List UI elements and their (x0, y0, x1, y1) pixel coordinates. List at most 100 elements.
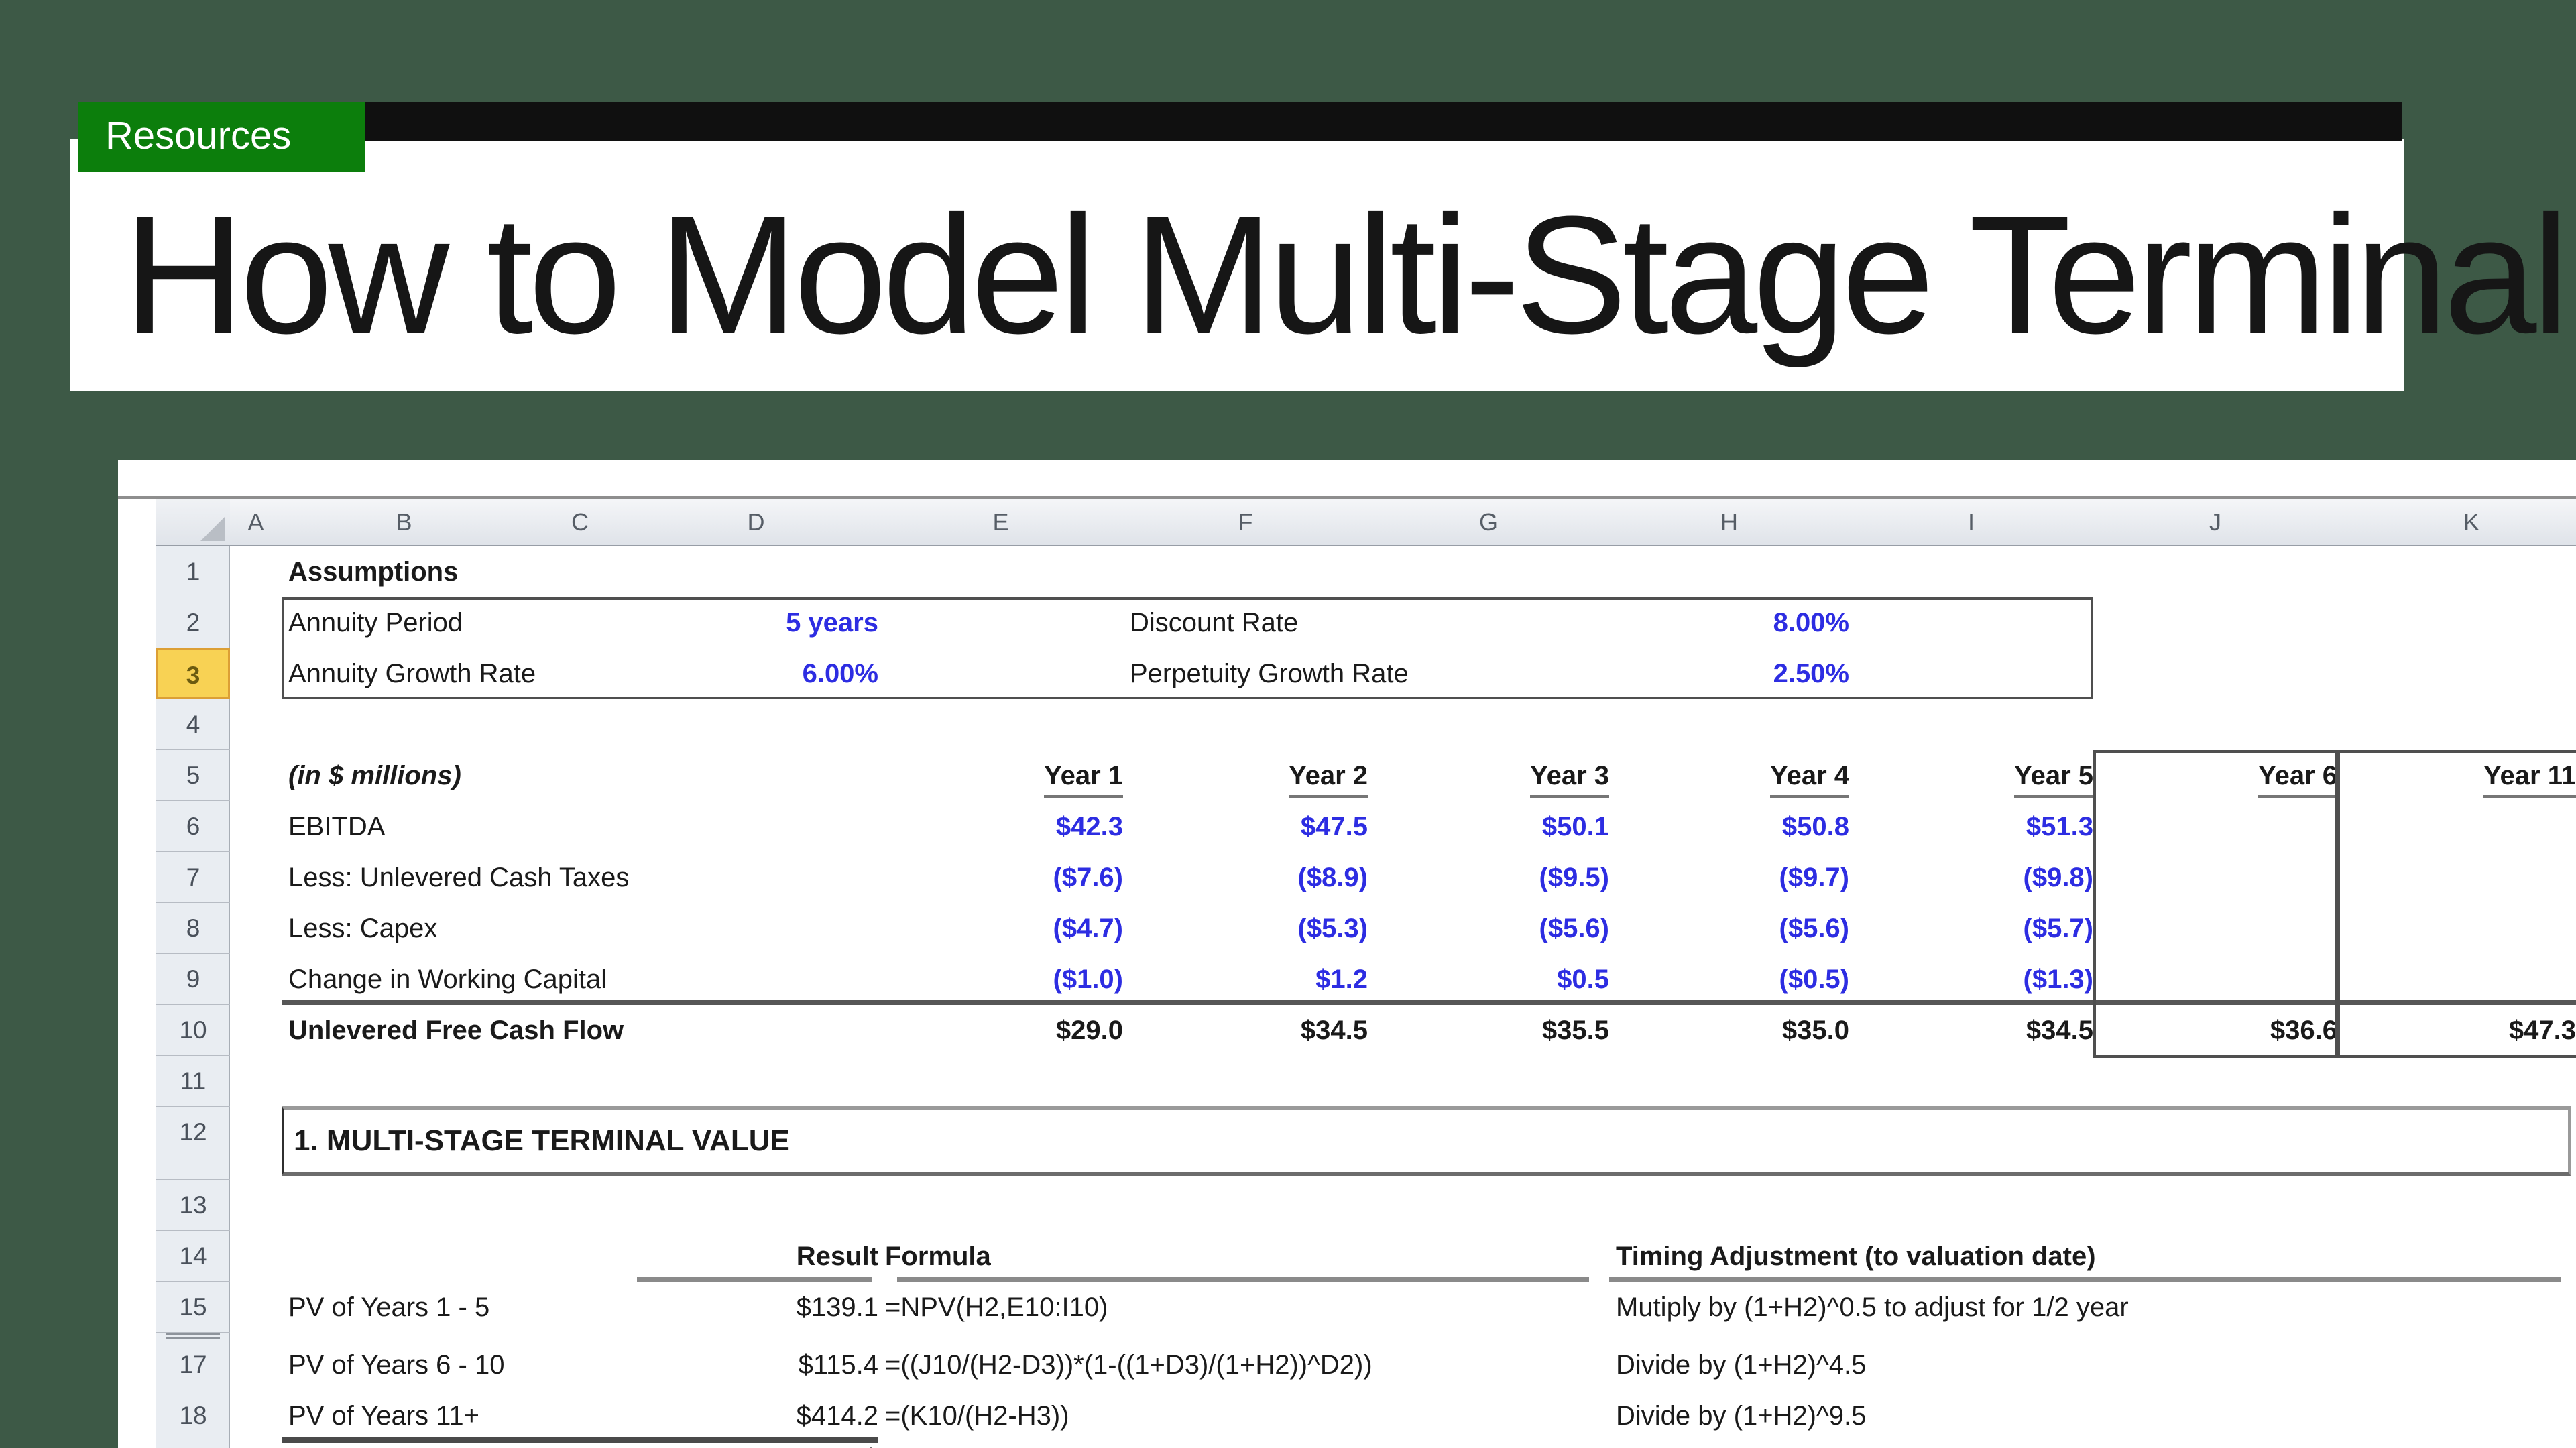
cell-I9[interactable]: ($1.3) (1849, 954, 2116, 1005)
cell-B1-assumptions[interactable]: Assumptions (282, 546, 533, 597)
cell-E7[interactable]: ($7.6) (878, 852, 1146, 903)
cell-B2-annuity-period-label[interactable]: Annuity Period (282, 597, 533, 648)
column-header-H[interactable]: H (1609, 499, 1850, 546)
column-header-A[interactable]: A (230, 499, 282, 546)
cell-B17-pv-6-10-label[interactable]: PV of Years 6 - 10 (282, 1339, 533, 1390)
cell-H18-pv-11-timing[interactable]: Divide by (1+H2)^9.5 (1609, 1390, 1856, 1441)
cell-H5-year4[interactable]: Year 4 (1609, 750, 1859, 801)
row-header-3-selected[interactable]: 3 (156, 648, 230, 699)
cell-E5-year1[interactable]: Year 1 (878, 750, 1132, 801)
row-header-17[interactable]: 17 (156, 1339, 230, 1390)
cell-B18-pv-11-label[interactable]: PV of Years 11+ (282, 1390, 533, 1441)
cell-G10[interactable]: $35.5 (1368, 1005, 1632, 1056)
cell-F8[interactable]: ($5.3) (1123, 903, 1391, 954)
row-header-5[interactable]: 5 (156, 750, 230, 801)
cell-G8[interactable]: ($5.6) (1368, 903, 1632, 954)
cell-H17-pv-6-10-timing[interactable]: Divide by (1+H2)^4.5 (1609, 1339, 1856, 1390)
cell-H15-pv-1-5-timing[interactable]: Mutiply by (1+H2)^0.5 to adjust for 1/2 … (1609, 1282, 1856, 1333)
row-header-7[interactable]: 7 (156, 852, 230, 903)
cell-E10[interactable]: $29.0 (878, 1005, 1146, 1056)
year4-label: Year 4 (1770, 756, 1849, 798)
cell-D15-pv-1-5-result[interactable]: $139.1 (634, 1282, 901, 1333)
row-header-14[interactable]: 14 (156, 1231, 230, 1282)
column-header-D[interactable]: D (634, 499, 879, 546)
row-header-6[interactable]: 6 (156, 801, 230, 852)
cell-B15-pv-1-5-label[interactable]: PV of Years 1 - 5 (282, 1282, 533, 1333)
cell-F7[interactable]: ($8.9) (1123, 852, 1391, 903)
cell-B9-wc-label[interactable]: Change in Working Capital (282, 954, 533, 1005)
cell-H6[interactable]: $50.8 (1609, 801, 1872, 852)
column-header-F[interactable]: F (1123, 499, 1368, 546)
cell-D17-pv-6-10-result[interactable]: $115.4 (634, 1339, 901, 1390)
cell-E14-formula-header[interactable]: Formula (878, 1231, 1130, 1282)
row-header-11[interactable]: 11 (156, 1056, 230, 1107)
cell-D2-annuity-period-value[interactable]: 5 years (634, 597, 902, 648)
cell-J5-year6[interactable]: Year 6 (2093, 750, 2347, 801)
cell-F9[interactable]: $1.2 (1123, 954, 1391, 1005)
cell-B3-annuity-growth-label[interactable]: Annuity Growth Rate (282, 648, 533, 699)
cell-F5-year2[interactable]: Year 2 (1123, 750, 1377, 801)
cell-I7[interactable]: ($9.8) (1849, 852, 2116, 903)
cell-I5-year5[interactable]: Year 5 (1849, 750, 2103, 801)
cell-D14-result-header[interactable]: Result (634, 1231, 901, 1282)
cell-G9[interactable]: $0.5 (1368, 954, 1632, 1005)
column-header-K[interactable]: K (2337, 499, 2576, 546)
row-header-2[interactable]: 2 (156, 597, 230, 648)
cell-B6-ebitda-label[interactable]: EBITDA (282, 801, 533, 852)
cell-J10-year6-ufcf[interactable]: $36.6 (2093, 1005, 2360, 1056)
cell-D18-pv-11-result[interactable]: $414.2 (634, 1390, 901, 1441)
cell-H9[interactable]: ($0.5) (1609, 954, 1872, 1005)
cell-I10[interactable]: $34.5 (1849, 1005, 2116, 1056)
cell-G7[interactable]: ($9.5) (1368, 852, 1632, 903)
cell-I8[interactable]: ($5.7) (1849, 903, 2116, 954)
cell-G5-year3[interactable]: Year 3 (1368, 750, 1619, 801)
cell-B5-units[interactable]: (in $ millions) (282, 750, 533, 801)
row-header-9[interactable]: 9 (156, 954, 230, 1005)
cell-G6[interactable]: $50.1 (1368, 801, 1632, 852)
resources-badge[interactable]: Resources (78, 102, 365, 172)
cell-H14-timing-header[interactable]: Timing Adjustment (to valuation date) (1609, 1231, 1856, 1282)
hidden-row-16-mark (166, 1333, 220, 1335)
column-header-C[interactable]: C (526, 499, 634, 546)
cell-D3-annuity-growth-value[interactable]: 6.00% (634, 648, 902, 699)
cell-B10-ufcf-label[interactable]: Unlevered Free Cash Flow (282, 1005, 533, 1056)
column-header-I[interactable]: I (1849, 499, 2094, 546)
select-all-triangle-icon (200, 517, 225, 541)
year1-label: Year 1 (1044, 756, 1123, 798)
cell-H3-perpetuity-growth-value[interactable]: 2.50% (1609, 648, 1873, 699)
row-header-13[interactable]: 13 (156, 1180, 230, 1231)
resource-card: Resources How to Model Multi-Stage Termi… (0, 0, 2576, 1448)
cell-E18-pv-11-formula[interactable]: =(K10/(H2-H3)) (878, 1390, 1130, 1441)
cell-F3-perpetuity-growth-label[interactable]: Perpetuity Growth Rate (1123, 648, 1374, 699)
cell-F2-discount-rate-label[interactable]: Discount Rate (1123, 597, 1374, 648)
cell-E6[interactable]: $42.3 (878, 801, 1146, 852)
cell-K10-year11-ufcf[interactable]: $47.3 (2337, 1005, 2576, 1056)
row-header-1[interactable]: 1 (156, 546, 230, 597)
row-header-8[interactable]: 8 (156, 903, 230, 954)
row-header-18[interactable]: 18 (156, 1390, 230, 1441)
cell-F10[interactable]: $34.5 (1123, 1005, 1391, 1056)
column-header-J[interactable]: J (2093, 499, 2338, 546)
cell-I6[interactable]: $51.3 (1849, 801, 2116, 852)
select-all-corner[interactable] (156, 499, 231, 546)
column-header-E[interactable]: E (878, 499, 1124, 546)
row-header-4[interactable]: 4 (156, 699, 230, 750)
cell-H7[interactable]: ($9.7) (1609, 852, 1872, 903)
column-header-B[interactable]: B (282, 499, 527, 546)
row-header-15[interactable]: 15 (156, 1282, 230, 1333)
cell-E8[interactable]: ($4.7) (878, 903, 1146, 954)
cell-H8[interactable]: ($5.6) (1609, 903, 1872, 954)
row-header-10[interactable]: 10 (156, 1005, 230, 1056)
column-header-G[interactable]: G (1368, 499, 1610, 546)
cell-B8-capex-label[interactable]: Less: Capex (282, 903, 533, 954)
cell-H10[interactable]: $35.0 (1609, 1005, 1872, 1056)
cell-F6[interactable]: $47.5 (1123, 801, 1391, 852)
cell-E15-pv-1-5-formula[interactable]: =NPV(H2,E10:I10) (878, 1282, 1130, 1333)
cell-H2-discount-rate-value[interactable]: 8.00% (1609, 597, 1873, 648)
timing-header-underline (1609, 1277, 2561, 1282)
cell-E17-pv-6-10-formula[interactable]: =((J10/(H2-D3))*(1-((1+D3)/(1+H2))^D2)) (878, 1339, 1130, 1390)
row-header-12[interactable]: 12 (156, 1107, 230, 1180)
cell-E9[interactable]: ($1.0) (878, 954, 1146, 1005)
cell-B7-taxes-label[interactable]: Less: Unlevered Cash Taxes (282, 852, 533, 903)
cell-K5-year11[interactable]: Year 11 (2337, 750, 2576, 801)
